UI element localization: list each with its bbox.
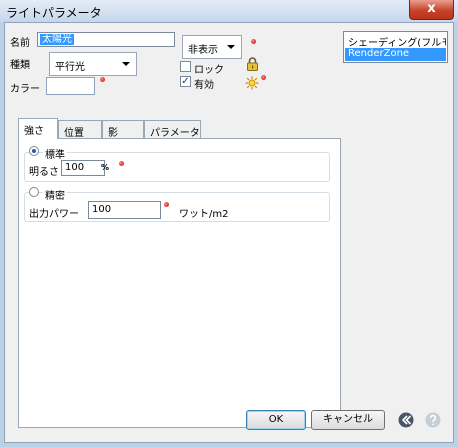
list-item[interactable]: RenderZone (345, 48, 446, 61)
tab-shadow[interactable]: 影 (102, 120, 144, 139)
power-value: 100 (92, 204, 112, 215)
precise-radio[interactable] (29, 187, 39, 197)
chevron-down-icon (122, 62, 130, 66)
lock-checkbox[interactable] (180, 61, 191, 72)
red-dot-icon (251, 39, 256, 44)
brightness-value: 100 (65, 162, 85, 173)
type-select[interactable]: 平行光 (49, 52, 137, 76)
visibility-select[interactable]: 非表示 (182, 35, 242, 59)
red-dot-icon (164, 202, 169, 207)
name-input-value: 太陽光 (40, 34, 74, 45)
help-icon[interactable] (425, 412, 441, 428)
lock-label: ロック (194, 65, 224, 76)
red-dot-icon (119, 161, 124, 166)
cancel-button[interactable]: キャンセル (311, 410, 385, 430)
tab-position[interactable]: 位置 (58, 120, 102, 139)
back-arrow-icon[interactable] (398, 412, 414, 428)
power-label: 出力パワー (29, 209, 79, 220)
list-item[interactable]: シェーディング(フルモ (345, 34, 446, 47)
brightness-input[interactable]: 100 (61, 160, 105, 176)
color-swatch[interactable] (46, 77, 95, 95)
padlock-icon (247, 57, 258, 71)
visibility-select-value: 非表示 (188, 45, 218, 56)
power-input[interactable]: 100 (88, 201, 161, 219)
type-label: 種類 (10, 60, 30, 71)
title-bar: ライトパラメータ x (0, 0, 458, 22)
enabled-label: 有効 (194, 80, 214, 91)
window-title: ライトパラメータ (6, 6, 102, 20)
name-label: 名前 (10, 38, 30, 49)
tab-panel: 標準 明るさ 100 % 精密 出力パワー 100 ワット/m2 (18, 138, 341, 428)
red-dot-icon (261, 75, 266, 80)
brightness-unit: % (101, 163, 110, 172)
checkmark-icon: ✓ (181, 76, 190, 87)
dialog-body: 名前 太陽光 種類 平行光 カラー 非表示 ロック ✓ 有効 シェーディング(フ… (4, 22, 454, 443)
render-list[interactable]: シェーディング(フルモ RenderZone (343, 31, 448, 63)
precise-label: 精密 (43, 187, 67, 202)
red-dot-icon (100, 77, 105, 82)
brightness-label: 明るさ (29, 167, 59, 178)
ok-button[interactable]: OK (246, 410, 306, 430)
chevron-down-icon (227, 45, 235, 49)
close-button[interactable]: x (409, 0, 454, 20)
tab-intensity[interactable]: 強さ (18, 118, 58, 139)
standard-radio[interactable] (29, 146, 39, 156)
sun-icon (245, 76, 259, 90)
type-select-value: 平行光 (55, 62, 85, 73)
power-unit: ワット/m2 (179, 209, 229, 220)
standard-label: 標準 (43, 146, 67, 161)
name-input[interactable]: 太陽光 (37, 32, 175, 47)
tab-parameters[interactable]: パラメータ (144, 120, 201, 139)
enabled-checkbox[interactable]: ✓ (180, 76, 191, 87)
color-label: カラー (10, 84, 40, 95)
close-icon: x (427, 1, 436, 16)
